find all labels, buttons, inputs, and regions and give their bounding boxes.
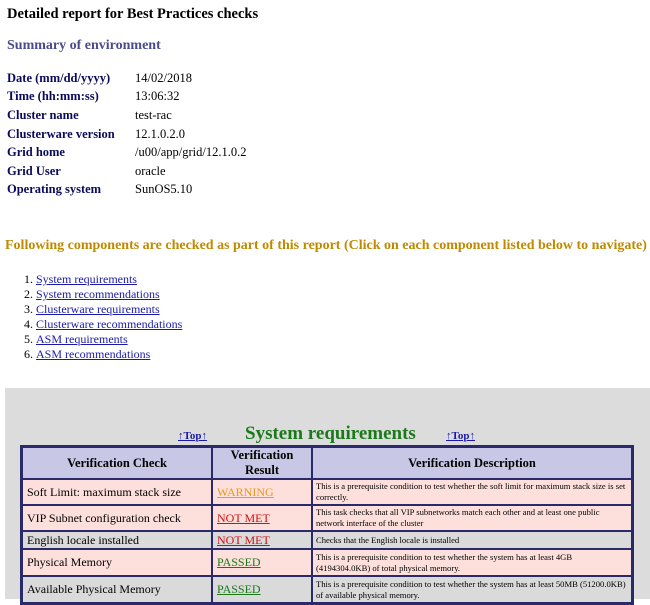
result-link-not-met[interactable]: NOT MET <box>217 533 270 547</box>
check-description: Checks that the English locale is instal… <box>312 531 632 549</box>
table-row: Physical Memory PASSED This is a prerequ… <box>22 549 632 576</box>
table-row: Soft Limit: maximum stack size WARNING T… <box>22 479 632 505</box>
check-name: Physical Memory <box>22 549 212 576</box>
table-header-row: Verification Check Verification Result V… <box>22 447 632 479</box>
env-value: SunOS5.10 <box>135 182 193 197</box>
environment-table: Date (mm/dd/yyyy) 14/02/2018 Time (hh:mm:… <box>7 69 246 199</box>
result-cell: NOT MET <box>212 505 312 531</box>
results-table: Verification Check Verification Result V… <box>20 445 634 605</box>
component-list: 1. System requirements 2. System recommend… <box>15 272 182 362</box>
list-item: 3. Clusterware requirements <box>15 302 182 317</box>
env-value: oracle <box>135 163 166 178</box>
link-clusterware-recommendations[interactable]: Clusterware recommendations <box>36 317 182 331</box>
env-value: test-rac <box>135 107 172 122</box>
env-key: Cluster name <box>7 107 79 122</box>
result-link-warning[interactable]: WARNING <box>217 485 274 499</box>
list-number: 5. <box>24 332 33 346</box>
env-key: Date (mm/dd/yyyy) <box>7 70 111 85</box>
env-value: /u00/app/grid/12.1.0.2 <box>135 145 247 160</box>
list-item: 2. System recommendations <box>15 287 182 302</box>
env-value: 13:06:32 <box>135 89 180 104</box>
list-number: 3. <box>24 302 33 316</box>
env-value: 12.1.0.2.0 <box>135 126 185 141</box>
env-row: Clusterware version 12.1.0.2.0 <box>7 125 246 144</box>
result-link-passed[interactable]: PASSED <box>217 582 261 596</box>
top-link-left[interactable]: ↑Top↑ <box>178 430 207 442</box>
link-asm-recommendations[interactable]: ASM recommendations <box>36 347 150 361</box>
env-key: Grid home <box>7 145 65 160</box>
list-number: 2. <box>24 287 33 301</box>
link-asm-requirements[interactable]: ASM requirements <box>36 332 128 346</box>
result-link-passed[interactable]: PASSED <box>217 555 261 569</box>
list-item: 5. ASM requirements <box>15 332 182 347</box>
env-key: Operating system <box>7 182 102 197</box>
table-row: English locale installed NOT MET Checks … <box>22 531 632 549</box>
link-clusterware-requirements[interactable]: Clusterware requirements <box>36 302 160 316</box>
check-name: VIP Subnet configuration check <box>22 505 212 531</box>
env-row: Grid home/u00/app/grid/12.1.0.2 <box>7 143 246 162</box>
components-heading: Following components are checked as part… <box>5 238 647 253</box>
check-description: This is a prerequisite condition to test… <box>312 549 632 576</box>
env-key: Grid User <box>7 163 61 178</box>
list-item: 1. System requirements <box>15 272 182 287</box>
header-result: Verification Result <box>212 447 312 479</box>
list-number: 4. <box>24 317 33 331</box>
list-item: 6. ASM recommendations <box>15 347 182 362</box>
section-title: System requirements <box>245 423 416 444</box>
list-item: 4. Clusterware recommendations <box>15 317 182 332</box>
header-check: Verification Check <box>22 447 212 479</box>
result-cell: WARNING <box>212 479 312 505</box>
summary-heading: Summary of environment <box>7 38 161 53</box>
env-row: Time (hh:mm:ss) 13:06:32 <box>7 88 246 107</box>
header-description: Verification Description <box>312 447 632 479</box>
result-cell: PASSED <box>212 549 312 576</box>
check-name: Soft Limit: maximum stack size <box>22 479 212 505</box>
result-cell: NOT MET <box>212 531 312 549</box>
check-description: This task checks that all VIP subnetwork… <box>312 505 632 531</box>
result-link-not-met[interactable]: NOT MET <box>217 511 270 525</box>
env-row: Cluster name test-rac <box>7 106 246 125</box>
env-key: Clusterware version <box>7 126 115 141</box>
link-system-requirements[interactable]: System requirements <box>36 272 137 286</box>
table-row: VIP Subnet configuration check NOT MET T… <box>22 505 632 531</box>
list-number: 1. <box>24 272 33 286</box>
env-key: Time (hh:mm:ss) <box>7 89 99 104</box>
link-system-recommendations[interactable]: System recommendations <box>36 287 160 301</box>
env-row: Operating system SunOS5.10 <box>7 181 246 200</box>
env-row: Date (mm/dd/yyyy) 14/02/2018 <box>7 69 246 88</box>
top-link-right[interactable]: ↑Top↑ <box>446 430 475 442</box>
list-number: 6. <box>24 347 33 361</box>
check-description: This is a prerequisite condition to test… <box>312 479 632 505</box>
check-name: English locale installed <box>22 531 212 549</box>
report-title: Detailed report for Best Practices check… <box>7 6 259 22</box>
env-value: 14/02/2018 <box>135 70 192 85</box>
env-row: Grid User oracle <box>7 162 246 181</box>
